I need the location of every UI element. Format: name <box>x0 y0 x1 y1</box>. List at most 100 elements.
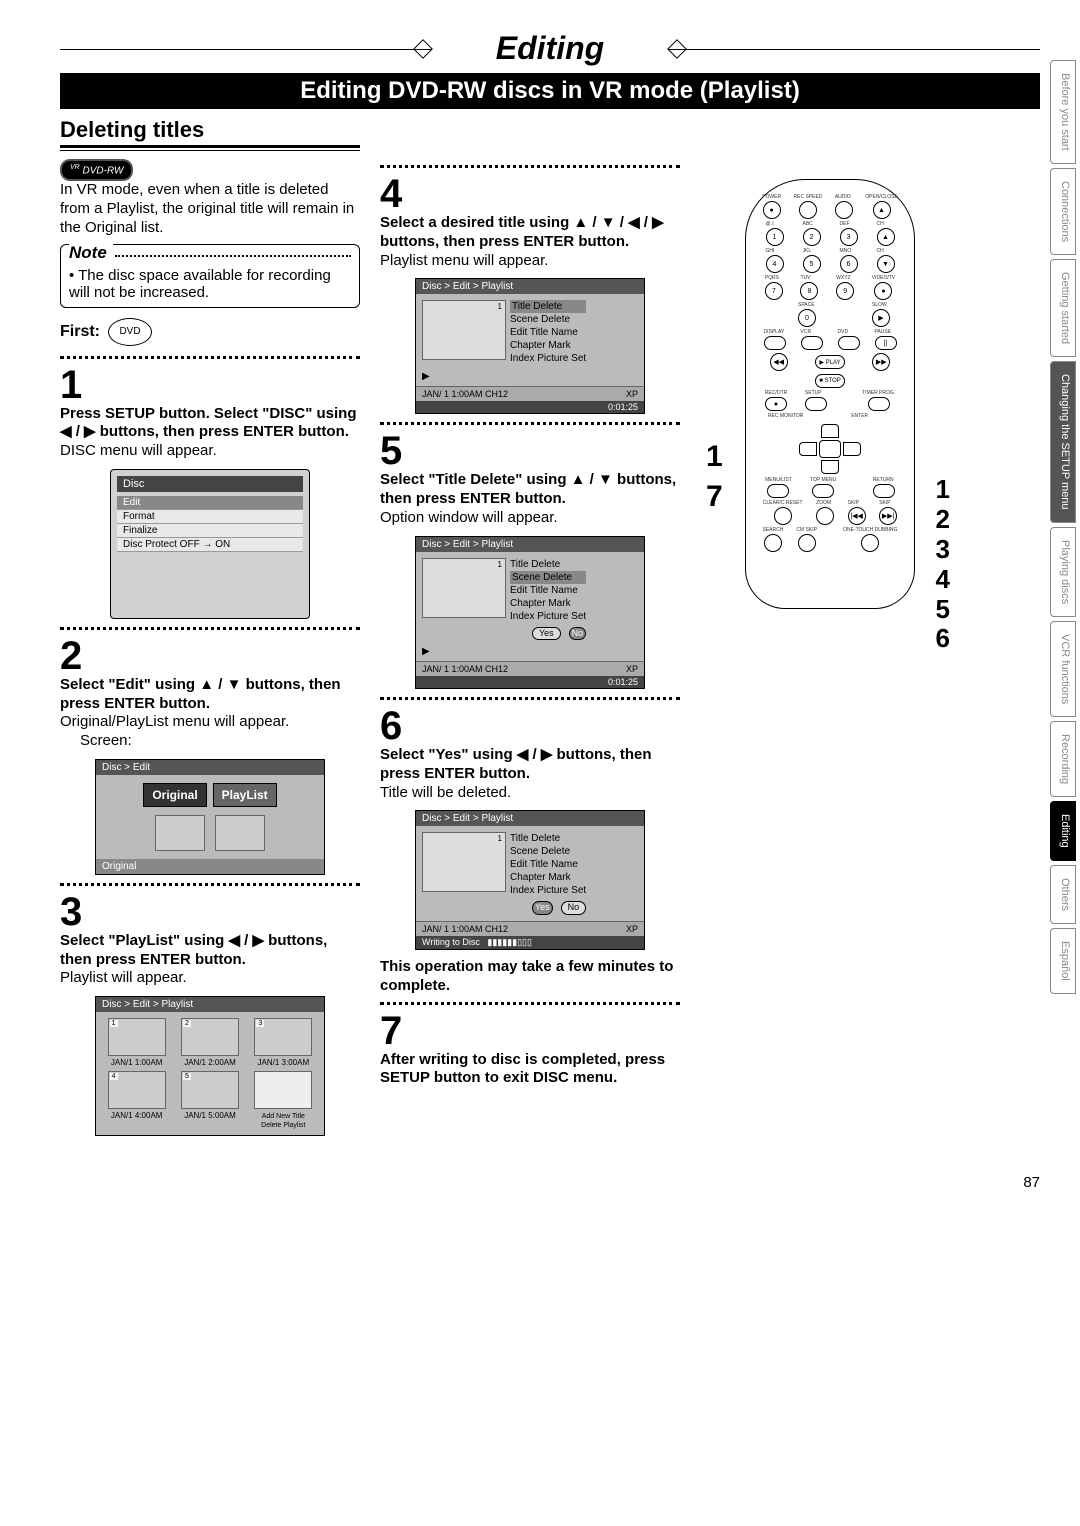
playlist-cell: 2JAN/1 2:00AM <box>175 1018 244 1067</box>
disc-menu-row: Finalize <box>117 524 303 538</box>
first-label: First: <box>60 323 100 341</box>
power-button: ● <box>763 201 781 219</box>
thumbnail-icon: 1 <box>422 300 506 360</box>
step-2-text: Select "Edit" using ▲ / ▼ buttons, then … <box>60 676 360 714</box>
audio-button <box>835 201 853 219</box>
step-4-text: Select a desired title using ▲ / ▼ / ◀ /… <box>380 214 680 252</box>
step-1-sub: DISC menu will appear. <box>60 442 360 461</box>
step-1-text: Press SETUP button. Select "DISC" using … <box>60 405 360 443</box>
step-6-sub: Title will be deleted. <box>380 784 680 803</box>
num-4: 4 <box>766 255 784 273</box>
disc-menu-row: Edit <box>117 496 303 510</box>
thumbnail-icon <box>215 815 265 851</box>
page-subtitle: Editing DVD-RW discs in VR mode (Playlis… <box>60 73 1040 109</box>
disc-menu-row: Format <box>117 510 303 524</box>
disc-menu-screenshot: Disc Edit Format Finalize Disc Protect O… <box>110 469 310 619</box>
note-body: • The disc space available for recording… <box>69 267 351 301</box>
step-5-text: Select "Title Delete" using ▲ / ▼ button… <box>380 471 680 509</box>
cm-skip <box>798 534 816 552</box>
tab-recording[interactable]: Recording <box>1050 721 1076 797</box>
direction-pad <box>795 424 865 474</box>
setup-button <box>805 397 827 411</box>
no-button: No <box>561 901 587 915</box>
step-7-num: 7 <box>380 1011 680 1051</box>
left-button <box>799 442 817 456</box>
num-7: 7 <box>765 282 783 300</box>
side-tabs: Before you start Connections Getting sta… <box>1050 60 1076 994</box>
page: Before you start Connections Getting sta… <box>0 0 1080 1211</box>
playlist-menu-screen: Disc > Edit > Playlist 1 Title Delete Sc… <box>415 278 645 414</box>
num-2: 2 <box>803 228 821 246</box>
yes-button: Yes <box>532 627 561 641</box>
step-7-text: After writing to disc is completed, pres… <box>380 1051 680 1089</box>
dvd-button <box>838 336 860 350</box>
num-5: 5 <box>803 255 821 273</box>
num-3: 3 <box>840 228 858 246</box>
tab-espanol[interactable]: Español <box>1050 928 1076 994</box>
open-close-button: ▲ <box>873 201 891 219</box>
column-remote: 1 7 1 2 3 4 5 6 POWER●REC SPEEDAUDIOOPEN… <box>700 159 960 1144</box>
right-button <box>843 442 861 456</box>
step-4-num: 4 <box>380 174 680 214</box>
num-9: 9 <box>836 282 854 300</box>
page-title-banner: Editing <box>60 30 1040 67</box>
column-middle: 4 Select a desired title using ▲ / ▼ / ◀… <box>380 159 680 1144</box>
rec-speed-button <box>799 201 817 219</box>
tab-getting-started[interactable]: Getting started <box>1050 259 1076 357</box>
top-menu <box>812 484 834 498</box>
tab-before-you-start[interactable]: Before you start <box>1050 60 1076 164</box>
clear-button <box>774 507 792 525</box>
playlist-cell-add: Add New Title Delete Playlist <box>249 1071 318 1129</box>
playlist-cell: 3JAN/1 3:00AM <box>249 1018 318 1067</box>
dubbing-button <box>861 534 879 552</box>
enter-button <box>819 440 841 458</box>
ch-up: ▲ <box>877 228 895 246</box>
num-8: 8 <box>800 282 818 300</box>
menu-list: Title Delete Scene Delete Edit Title Nam… <box>510 300 586 365</box>
warning-text: This operation may take a few minutes to… <box>380 958 680 996</box>
column-left: VR DVD-RW In VR mode, even when a title … <box>60 159 360 1144</box>
tab-vcr-functions[interactable]: VCR functions <box>1050 621 1076 717</box>
num-1: 1 <box>766 228 784 246</box>
skip-fwd: ▶▶| <box>879 507 897 525</box>
tab-connections[interactable]: Connections <box>1050 168 1076 255</box>
rew-button: ◀◀ <box>770 353 788 371</box>
yes-button: Yes <box>532 901 553 915</box>
playlist-screen: Disc > Edit > Playlist 1JAN/1 1:00AM 2JA… <box>95 996 325 1136</box>
edit-footer: Original <box>96 859 324 874</box>
breadcrumb: Disc > Edit > Playlist <box>416 279 644 294</box>
section-heading: Deleting titles <box>60 117 360 148</box>
timer-prog <box>868 397 890 411</box>
thumbnail-icon <box>155 815 205 851</box>
step-6-num: 6 <box>380 706 680 746</box>
screen-label: Screen: <box>80 732 360 751</box>
dvd-icon: DVD <box>108 318 152 346</box>
disc-menu-title: Disc <box>117 476 303 492</box>
tab-changing-setup[interactable]: Changing the SETUP menu <box>1050 361 1076 523</box>
step-3-sub: Playlist will appear. <box>60 969 360 988</box>
step-5-sub: Option window will appear. <box>380 509 680 528</box>
yes-selected-screen: Disc > Edit > Playlist 1 Title Delete Sc… <box>415 810 645 950</box>
note-box: Note • The disc space available for reco… <box>60 244 360 308</box>
num-6: 6 <box>840 255 858 273</box>
content-columns: VR DVD-RW In VR mode, even when a title … <box>60 159 1040 1144</box>
ff-button: ▶▶ <box>872 353 890 371</box>
rec-otr: ● <box>765 397 787 411</box>
dvd-rw-badge: VR DVD-RW <box>60 159 133 181</box>
step-2-sub: Original/PlayList menu will appear. <box>60 713 360 732</box>
zoom-button <box>816 507 834 525</box>
vcr-button <box>801 336 823 350</box>
tab-playing-discs[interactable]: Playing discs <box>1050 527 1076 617</box>
ch-down: ▼ <box>877 255 895 273</box>
play-button: ▶ PLAY <box>815 355 845 369</box>
stop-button: ■ STOP <box>815 374 845 388</box>
tab-others[interactable]: Others <box>1050 865 1076 924</box>
edit-breadcrumb: Disc > Edit <box>96 760 324 775</box>
tab-editing[interactable]: Editing <box>1050 801 1076 861</box>
remote-control-diagram: 1 7 1 2 3 4 5 6 POWER●REC SPEEDAUDIOOPEN… <box>745 179 915 609</box>
slow-button: ▶ <box>872 309 890 327</box>
step-4-sub: Playlist menu will appear. <box>380 252 680 271</box>
step-3-text: Select "PlayList" using ◀ / ▶ buttons, t… <box>60 932 360 970</box>
callout-1: 1 <box>706 440 723 474</box>
disc-menu-row: Disc Protect OFF → ON <box>117 538 303 552</box>
